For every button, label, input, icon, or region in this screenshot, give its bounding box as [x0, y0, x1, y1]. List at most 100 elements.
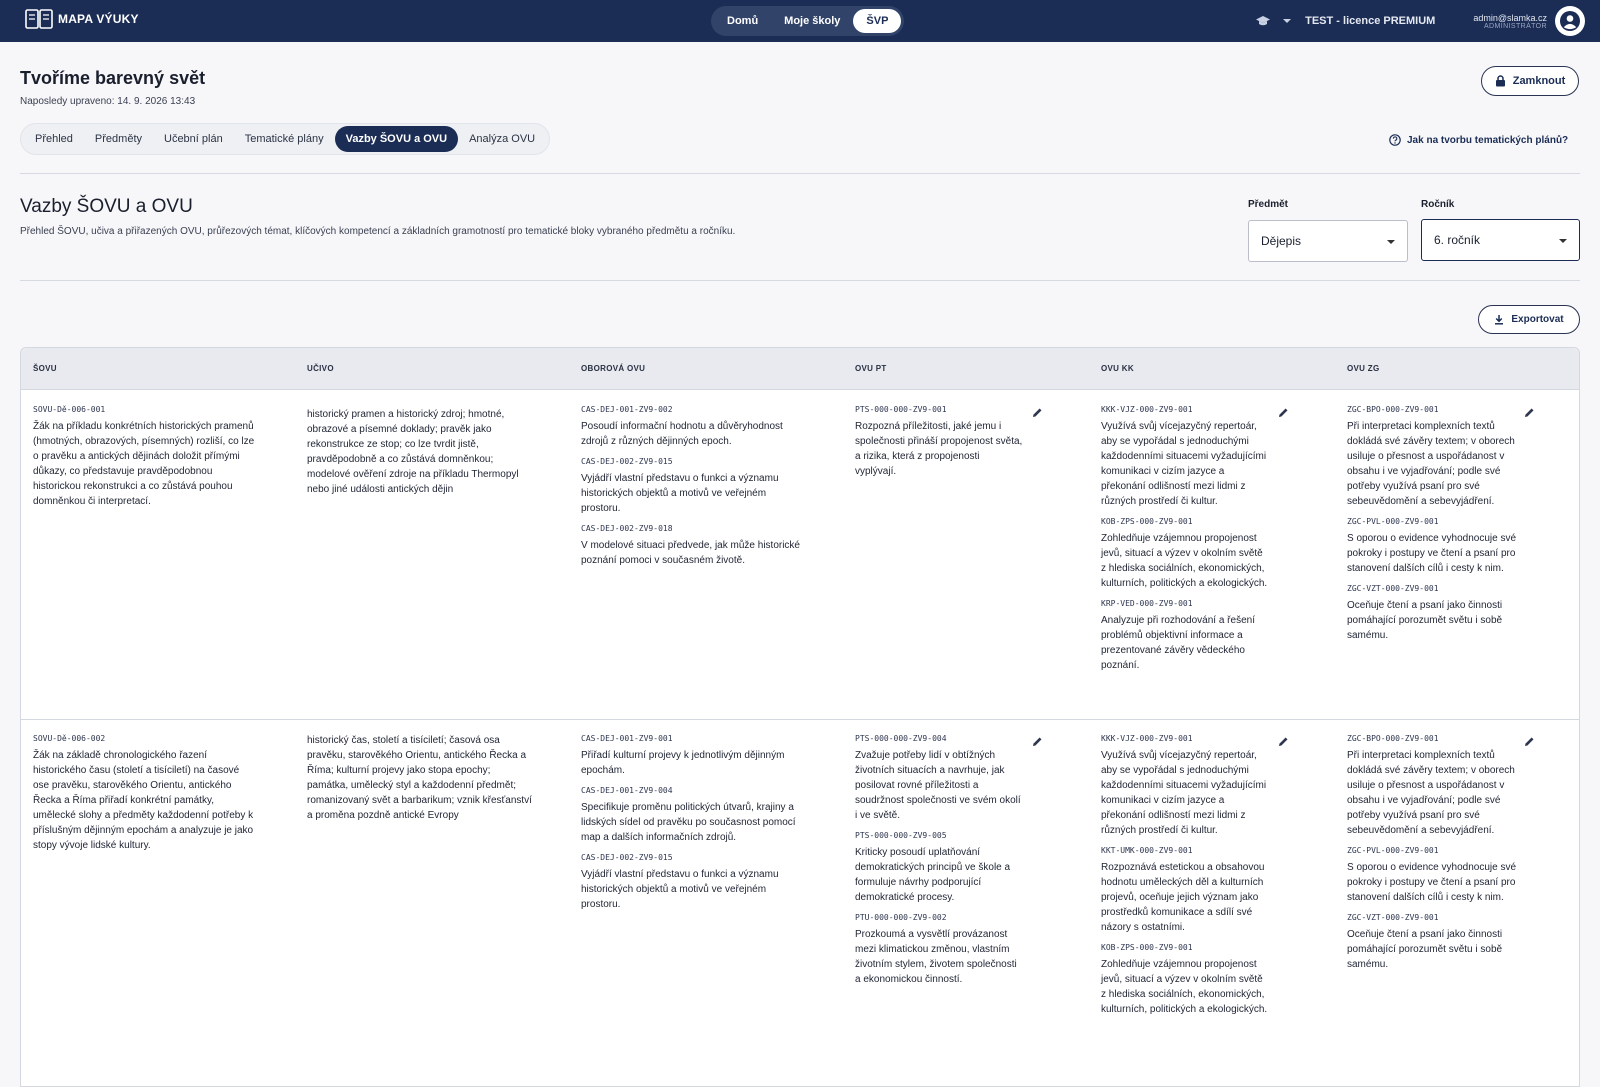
- ovu-entry: CAS-DEJ-001-ZV9-001 Přiřadí kulturní proj…: [581, 733, 803, 778]
- ovu-text: Vyjádří vlastní představu o funkci a výz…: [581, 869, 779, 910]
- avatar[interactable]: [1555, 6, 1585, 36]
- ovu-text: Využívá svůj vícejazyčný repertoár, aby …: [1101, 750, 1267, 836]
- ovu-code: KKK-VJZ-000-ZV9-001: [1101, 405, 1193, 414]
- nav-moje-skoly[interactable]: Moje školy: [771, 9, 853, 33]
- edit-pencil-icon[interactable]: [1032, 407, 1043, 418]
- ovu-text: Posoudí informační hodnotu a důvěryhodno…: [581, 421, 783, 447]
- ovu-entry: ZGC-PVL-000-ZV9-001 S oporou o evidence v…: [1347, 845, 1517, 905]
- ovu-entry: KKT-UMK-000-ZV9-001 Rozpoznává estetickou…: [1101, 845, 1269, 935]
- oborova-ovu-cell: CAS-DEJ-001-ZV9-001 Přiřadí kulturní proj…: [581, 733, 803, 919]
- download-icon: [1495, 315, 1504, 325]
- export-button[interactable]: Exportovat: [1478, 305, 1580, 334]
- ovu-text: Využívá svůj vícejazyčný repertoár, aby …: [1101, 421, 1267, 507]
- ovu-text: Zvažuje potřeby lidí v obtížných životní…: [855, 750, 1021, 821]
- relations-table: ŠOVU UČIVO OBOROVÁ OVU OVU PT OVU KK OVU…: [20, 347, 1580, 1087]
- license-label[interactable]: TEST - licence PREMIUM: [1305, 15, 1435, 27]
- ovu-kk-cell: KKK-VJZ-000-ZV9-001 Využívá svůj vícejazy…: [1101, 733, 1269, 1024]
- ovu-kk-cell: KKK-VJZ-000-ZV9-001 Využívá svůj vícejazy…: [1101, 404, 1269, 680]
- oborova-ovu-cell: CAS-DEJ-001-ZV9-002 Posoudí informační ho…: [581, 404, 803, 575]
- user-info[interactable]: admin@slamka.cz ADMINISTRÁTOR: [1473, 13, 1547, 30]
- edit-pencil-icon[interactable]: [1278, 736, 1289, 747]
- column-header-ovu-kk: OVU KK: [1101, 364, 1134, 373]
- subject-label: Předmět: [1248, 199, 1289, 210]
- ovu-code: KRP-VED-000-ZV9-001: [1101, 599, 1193, 608]
- help-link-label: Jak na tvorbu tematických plánů?: [1407, 134, 1569, 146]
- ovu-entry: KKK-VJZ-000-ZV9-001 Využívá svůj vícejazy…: [1101, 733, 1269, 838]
- ovu-zg-cell: ZGC-BPO-000-ZV9-001 Při interpretaci komp…: [1347, 733, 1517, 979]
- ovu-text: Analyzuje při rozhodování a řešení probl…: [1101, 615, 1255, 671]
- tab-analyza-ovu[interactable]: Analýza OVU: [458, 126, 546, 152]
- ovu-code: CAS-DEJ-001-ZV9-002: [581, 405, 673, 414]
- ovu-entry: KRP-VED-000-ZV9-001 Analyzuje při rozhodo…: [1101, 598, 1269, 673]
- brand-name: MAPA VÝUKY: [58, 12, 139, 26]
- ovu-entry: CAS-DEJ-001-ZV9-004 Specifikuje proměnu p…: [581, 785, 803, 845]
- page-title: Tvoříme barevný svět: [20, 68, 206, 88]
- book-map-logo-icon: [25, 9, 53, 29]
- ovu-text: Oceňuje čtení a psaní jako činnosti pomá…: [1347, 929, 1503, 970]
- table-row: SOVU-Dě-006-002 Žák na základě chronolog…: [21, 720, 1579, 1086]
- ucivo-cell: historický pramen a historický zdroj; hm…: [307, 409, 519, 495]
- column-header-oborova-ovu: OBOROVÁ OVU: [581, 364, 646, 373]
- edit-pencil-icon[interactable]: [1524, 736, 1535, 747]
- ovu-entry: PTS-000-000-ZV9-001 Rozpozná příležitosti…: [855, 404, 1023, 479]
- school-dropdown-chevron-icon[interactable]: [1283, 19, 1292, 23]
- ovu-text: Specifikuje proměnu politických útvarů, …: [581, 802, 796, 843]
- ovu-code: PTU-000-000-ZV9-002: [855, 913, 947, 922]
- ovu-entry: ZGC-PVL-000-ZV9-001 S oporou o evidence v…: [1347, 516, 1517, 576]
- brand[interactable]: MAPA VÝUKY: [25, 8, 139, 30]
- column-header-ovu-pt: OVU PT: [855, 364, 887, 373]
- tab-predmety[interactable]: Předměty: [84, 126, 153, 152]
- column-header-ucivo: UČIVO: [307, 364, 334, 373]
- ovu-code: KOB-ZPS-000-ZV9-001: [1101, 517, 1193, 526]
- edit-pencil-icon[interactable]: [1524, 407, 1535, 418]
- user-role: ADMINISTRÁTOR: [1483, 22, 1547, 30]
- ovu-code: ZGC-BPO-000-ZV9-001: [1347, 734, 1439, 743]
- grade-select[interactable]: 6. ročník: [1421, 219, 1580, 261]
- sovu-text: Žák na příkladu konkrétních historických…: [33, 421, 255, 507]
- edit-pencil-icon[interactable]: [1032, 736, 1043, 747]
- section-title: Vazby ŠOVU a OVU: [20, 196, 193, 217]
- ovu-code: KKT-UMK-000-ZV9-001: [1101, 846, 1193, 855]
- top-bar: MAPA VÝUKY Domů Moje školy ŠVP TEST - li…: [0, 0, 1600, 42]
- ovu-code: CAS-DEJ-001-ZV9-001: [581, 734, 673, 743]
- divider: [20, 280, 1580, 281]
- ovu-text: Zohledňuje vzájemnou propojenost jevů, s…: [1101, 533, 1268, 589]
- tabs: Přehled Předměty Učební plán Tematické p…: [20, 123, 551, 155]
- column-header-sovu: ŠOVU: [33, 364, 57, 373]
- lock-icon: [1495, 75, 1505, 87]
- ovu-entry: CAS-DEJ-002-ZV9-015 Vyjádří vlastní předs…: [581, 852, 803, 912]
- ovu-code: ZGC-BPO-000-ZV9-001: [1347, 405, 1439, 414]
- nav-domu[interactable]: Domů: [714, 9, 771, 33]
- divider: [20, 173, 1580, 174]
- ovu-entry: CAS-DEJ-002-ZV9-015 Vyjádří vlastní předs…: [581, 456, 803, 516]
- tab-tematicke-plany[interactable]: Tematické plány: [234, 126, 335, 152]
- sovu-text: Žák na základě chronologického řazení hi…: [33, 750, 254, 851]
- ovu-pt-cell: PTS-000-000-ZV9-004 Zvažuje potřeby lidí …: [855, 733, 1023, 994]
- ovu-text: Kriticky posoudí uplatňování demokratick…: [855, 847, 1011, 903]
- tab-vazby-sovu-ovu[interactable]: Vazby ŠOVU a OVU: [334, 126, 459, 152]
- ovu-code: KKK-VJZ-000-ZV9-001: [1101, 734, 1193, 743]
- edit-pencil-icon[interactable]: [1278, 407, 1289, 418]
- help-link[interactable]: Jak na tvorbu tematických plánů?: [1389, 134, 1568, 146]
- ovu-text: V modelové situaci předvede, jak může hi…: [581, 540, 800, 566]
- tab-prehled[interactable]: Přehled: [24, 126, 84, 152]
- ovu-entry: PTS-000-000-ZV9-004 Zvažuje potřeby lidí …: [855, 733, 1023, 823]
- ovu-text: S oporou o evidence vyhodnocuje své pokr…: [1347, 862, 1517, 903]
- ovu-entry: ZGC-VZT-000-ZV9-001 Oceňuje čtení a psaní…: [1347, 912, 1517, 972]
- lock-button[interactable]: Zamknout: [1481, 66, 1579, 96]
- ovu-entry: CAS-DEJ-001-ZV9-002 Posoudí informační ho…: [581, 404, 803, 449]
- subject-select[interactable]: Dějepis: [1248, 220, 1408, 262]
- ovu-code: PTS-000-000-ZV9-001: [855, 405, 947, 414]
- ovu-entry: ZGC-VZT-000-ZV9-001 Oceňuje čtení a psaní…: [1347, 583, 1517, 643]
- chevron-down-icon: [1387, 240, 1395, 244]
- ovu-code: CAS-DEJ-001-ZV9-004: [581, 786, 673, 795]
- tab-ucebni-plan[interactable]: Učební plán: [153, 126, 234, 152]
- column-header-ovu-zg: OVU ZG: [1347, 364, 1380, 373]
- ovu-code: ZGC-VZT-000-ZV9-001: [1347, 913, 1439, 922]
- nav-svp[interactable]: ŠVP: [853, 9, 902, 33]
- ovu-code: CAS-DEJ-002-ZV9-018: [581, 524, 673, 533]
- ovu-text: Rozpozná příležitosti, jaké jemu i spole…: [855, 421, 1023, 477]
- ovu-entry: PTU-000-000-ZV9-002 Prozkoumá a vysvětlí …: [855, 912, 1023, 987]
- graduation-cap-icon[interactable]: [1255, 15, 1271, 27]
- user-circle-icon: [1560, 11, 1580, 31]
